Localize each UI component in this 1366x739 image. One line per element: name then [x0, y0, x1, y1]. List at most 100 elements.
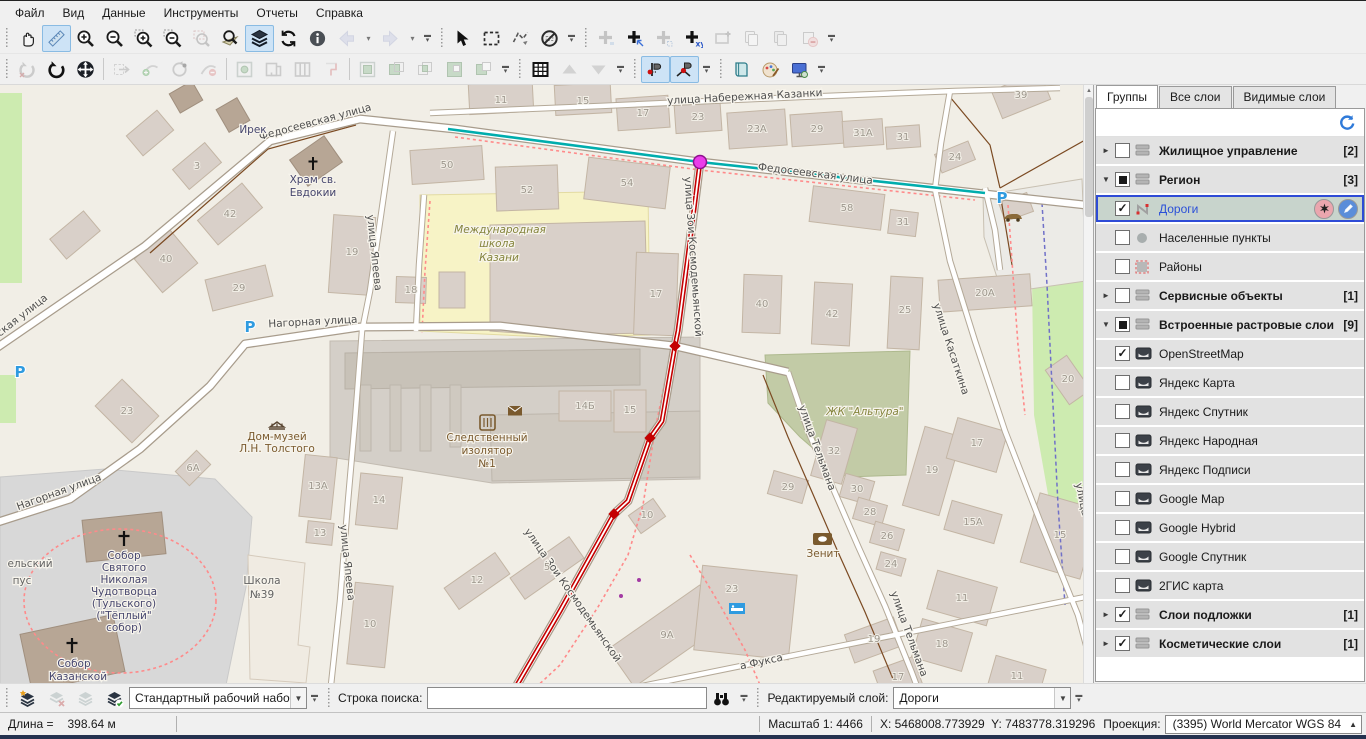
attribute-table-icon[interactable] — [526, 56, 555, 83]
layer-row-yandex-labels[interactable]: Яндекс Подписи — [1096, 456, 1364, 483]
layer-group-service[interactable]: ► Сервисные объекты [1] — [1096, 282, 1364, 309]
expander-icon[interactable]: ▼ — [1102, 320, 1115, 329]
zoom-to-selected-icon[interactable] — [187, 25, 216, 52]
dropdown-arrow-icon[interactable]: ▼ — [1054, 688, 1070, 708]
expander-icon[interactable]: ► — [1102, 639, 1115, 648]
add-object-icon[interactable] — [592, 25, 621, 52]
dropdown-arrow-icon[interactable]: ▼ — [290, 688, 306, 708]
toolbar-overflow[interactable]: ▬▾ — [701, 57, 712, 82]
nav-forward-icon[interactable] — [376, 25, 405, 52]
add-by-xy-icon[interactable]: xy — [679, 25, 708, 52]
expander-icon[interactable]: ► — [1102, 291, 1115, 300]
layer-checkbox[interactable] — [1115, 607, 1130, 622]
toolbar-grip[interactable] — [5, 28, 10, 48]
poly-columns-icon[interactable] — [288, 56, 317, 83]
toolbar-grip[interactable] — [756, 688, 761, 708]
toolbar-grip[interactable] — [633, 59, 638, 79]
notebook-icon[interactable] — [727, 56, 756, 83]
toolbar-overflow[interactable]: ▬▾ — [1073, 686, 1084, 711]
move-object-icon[interactable] — [71, 56, 100, 83]
toolbar-grip[interactable] — [440, 28, 445, 48]
toolbar-grip[interactable] — [719, 59, 724, 79]
clear-selection-icon[interactable] — [535, 25, 564, 52]
poly-cut-line-icon[interactable] — [317, 56, 346, 83]
poly-union-icon[interactable] — [440, 56, 469, 83]
offset-copy-icon[interactable] — [107, 56, 136, 83]
projection-select[interactable]: (3395) World Mercator WGS 84 ▲ — [1165, 715, 1362, 734]
map-info-icon[interactable] — [303, 25, 332, 52]
layer-checkbox[interactable] — [1115, 201, 1130, 216]
snap-layer-button[interactable] — [1314, 199, 1334, 219]
tab-all-layers[interactable]: Все слои — [1159, 86, 1232, 108]
zoom-out-box-icon[interactable] — [158, 25, 187, 52]
nav-back-icon[interactable] — [332, 25, 361, 52]
map-svg[interactable]: Федосеевская улица Федосеевская улица ул… — [0, 85, 1083, 683]
toolbar-overflow[interactable]: ▬▾ — [816, 57, 827, 82]
scroll-thumb[interactable] — [1085, 97, 1093, 217]
layer-row-google-hybrid[interactable]: Google Hybrid — [1096, 514, 1364, 541]
refresh-map-icon[interactable] — [274, 25, 303, 52]
layer-checkbox[interactable] — [1115, 636, 1130, 651]
layer-row-roads[interactable]: Дороги — [1096, 195, 1364, 222]
arc-add-icon[interactable] — [136, 56, 165, 83]
search-input[interactable] — [427, 687, 707, 709]
menu-tools[interactable]: Инструменты — [155, 4, 248, 22]
layer-checkbox[interactable] — [1115, 578, 1130, 593]
media-monitor-icon[interactable] — [785, 56, 814, 83]
toolbar-overflow[interactable]: ▬▾ — [615, 57, 626, 82]
layer-checkbox[interactable] — [1115, 462, 1130, 477]
workset-remove-icon[interactable] — [42, 685, 71, 712]
arc-remove-icon[interactable] — [194, 56, 223, 83]
menu-data[interactable]: Данные — [93, 4, 154, 22]
poly-subtract-icon[interactable] — [382, 56, 411, 83]
poly-share-icon[interactable] — [259, 56, 288, 83]
layer-checkbox[interactable] — [1115, 346, 1130, 361]
expander-icon[interactable]: ▼ — [1102, 175, 1115, 184]
menu-help[interactable]: Справка — [307, 4, 372, 22]
toolbar-overflow[interactable]: ▬▾ — [500, 57, 511, 82]
map-vertical-scrollbar[interactable]: ▲ — [1083, 85, 1093, 683]
refresh-layers-icon[interactable] — [1338, 114, 1356, 132]
toolbar-overflow[interactable]: ▬▾ — [566, 26, 577, 51]
toolbar-grip[interactable] — [5, 59, 10, 79]
add-object-cursor-icon[interactable] — [621, 25, 650, 52]
nav-forward-dropdown[interactable]: ▾ — [405, 25, 420, 52]
rect-create-icon[interactable] — [230, 56, 259, 83]
zoom-in-icon[interactable] — [71, 25, 100, 52]
layer-row-openstreetmap[interactable]: OpenStreetMap — [1096, 340, 1364, 367]
move-up-icon[interactable] — [555, 56, 584, 83]
pan-hand-icon[interactable] — [13, 25, 42, 52]
layer-group-housing[interactable]: ► Жилищное управление [2] — [1096, 137, 1364, 164]
layer-row-google-satellite[interactable]: Google Спутник — [1096, 543, 1364, 570]
toolbar-grip[interactable] — [518, 59, 523, 79]
select-rectangle-icon[interactable] — [477, 25, 506, 52]
layer-checkbox[interactable] — [1115, 549, 1130, 564]
toolbar-overflow[interactable]: ▬▾ — [309, 686, 320, 711]
layer-group-cosmetic[interactable]: ► Косметические слои [1] — [1096, 630, 1364, 657]
poly-add-icon[interactable] — [353, 56, 382, 83]
move-down-icon[interactable] — [584, 56, 613, 83]
menu-file[interactable]: Файл — [6, 4, 54, 22]
toolbar-overflow[interactable]: ▬▾ — [826, 26, 837, 51]
select-lasso-icon[interactable] — [506, 25, 535, 52]
expander-icon[interactable]: ► — [1102, 610, 1115, 619]
zoom-in-box-icon[interactable] — [129, 25, 158, 52]
layer-row-yandex-public[interactable]: Яндекс Народная — [1096, 427, 1364, 454]
style-palette-icon[interactable] — [756, 56, 785, 83]
select-cursor-icon[interactable] — [448, 25, 477, 52]
layer-row-yandex-satellite[interactable]: Яндекс Спутник — [1096, 398, 1364, 425]
zoom-out-icon[interactable] — [100, 25, 129, 52]
selected-node-marker[interactable] — [694, 156, 707, 169]
edit-layer-button[interactable] — [1338, 199, 1358, 219]
layer-row-settlements[interactable]: Населенные пункты — [1096, 224, 1364, 251]
layer-checkbox[interactable] — [1115, 433, 1130, 448]
layer-checkbox[interactable] — [1115, 520, 1130, 535]
layer-group-builtin-rasters[interactable]: ▼ Встроенные растровые слои [9] — [1096, 311, 1364, 338]
layer-checkbox[interactable] — [1115, 259, 1130, 274]
nav-back-dropdown[interactable]: ▾ — [361, 25, 376, 52]
toolbar-grip[interactable] — [584, 28, 589, 48]
layer-checkbox[interactable] — [1115, 143, 1130, 158]
toolbar-overflow[interactable]: ▬▾ — [422, 26, 433, 51]
layer-row-districts[interactable]: Районы — [1096, 253, 1364, 280]
add-rectangle-icon[interactable] — [708, 25, 737, 52]
